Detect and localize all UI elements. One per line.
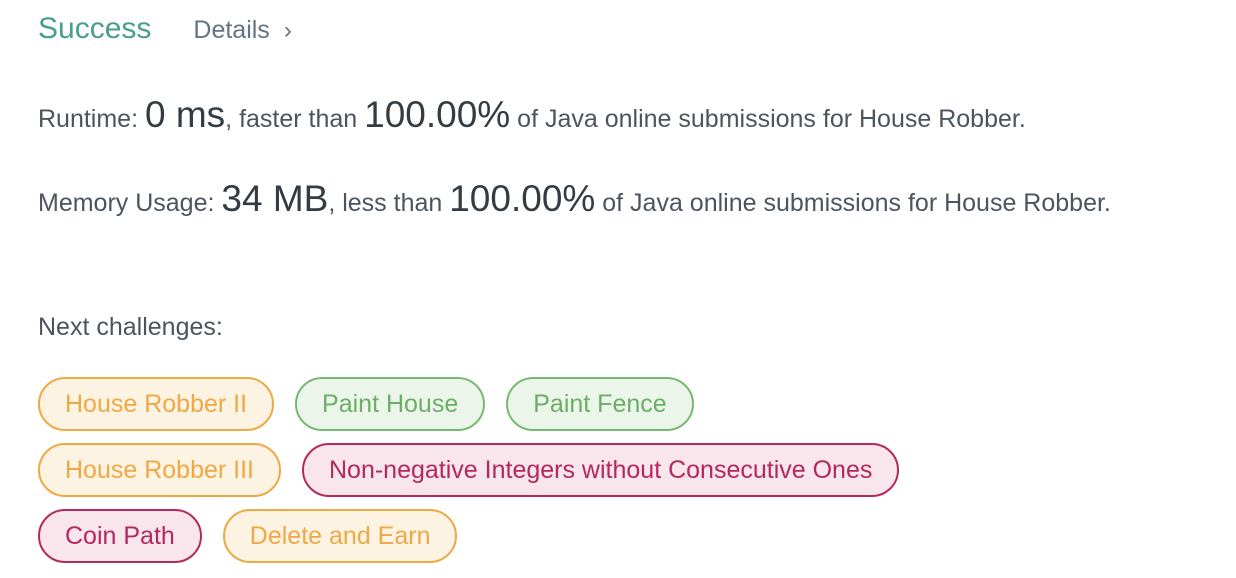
memory-value: 34 MB — [221, 178, 329, 219]
challenge-tag[interactable]: Non-negative Integers without Consecutiv… — [302, 443, 900, 497]
details-label: Details — [193, 16, 270, 44]
runtime-mid: , faster than — [225, 105, 365, 133]
runtime-suffix: of Java online submissions for House Rob… — [510, 105, 1026, 133]
challenge-tag[interactable]: Paint Fence — [506, 377, 694, 431]
memory-percent: 100.00% — [449, 178, 596, 219]
memory-mid: , less than — [328, 189, 450, 217]
status-success: Success — [38, 12, 152, 45]
challenge-tag[interactable]: Coin Path — [38, 509, 202, 563]
runtime-value: 0 ms — [144, 94, 226, 135]
memory-stat: Memory Usage: 34 MB, less than 100.00% o… — [38, 178, 1188, 224]
challenge-tags: House Robber II Paint House Paint Fence … — [38, 377, 1138, 575]
runtime-label: Runtime: — [38, 105, 145, 133]
challenge-tag[interactable]: House Robber III — [38, 443, 281, 497]
challenge-tag[interactable]: Paint House — [295, 377, 486, 431]
result-header: Success Details › — [38, 12, 292, 46]
next-challenges-label: Next challenges: — [38, 313, 223, 341]
challenge-tag[interactable]: Delete and Earn — [222, 509, 458, 563]
runtime-stat: Runtime: 0 ms, faster than 100.00% of Ja… — [38, 94, 1188, 140]
chevron-right-icon: › — [283, 17, 292, 44]
memory-suffix: of Java online submissions for House Rob… — [595, 189, 1111, 217]
details-link[interactable]: Details › — [193, 16, 291, 45]
runtime-percent: 100.00% — [364, 94, 511, 135]
memory-label: Memory Usage: — [38, 189, 222, 217]
challenge-tag[interactable]: House Robber II — [38, 377, 275, 431]
